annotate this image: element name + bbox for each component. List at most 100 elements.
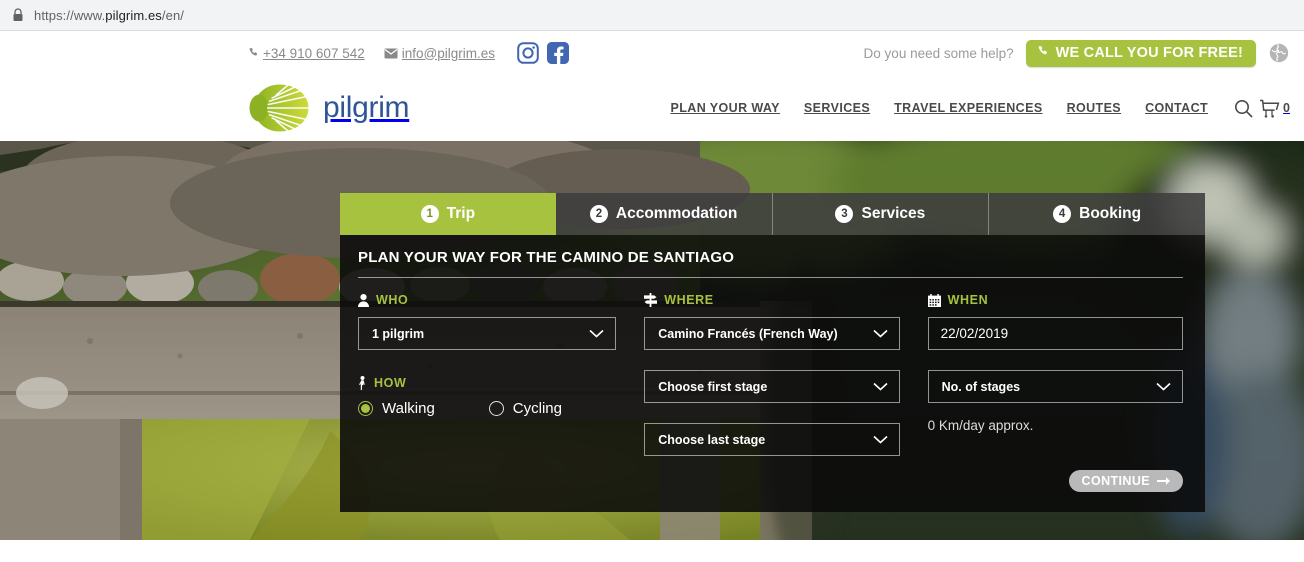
lock-icon: [13, 8, 23, 21]
main-navigation: PLAN YOUR WAY SERVICES TRAVEL EXPERIENCE…: [659, 75, 1290, 141]
tab-trip[interactable]: 1 Trip: [340, 193, 556, 235]
column-who: WHO 1 pilgrim HOW Walking Cycling: [358, 292, 617, 456]
phone-link[interactable]: +34 910 607 542: [248, 46, 365, 61]
when-label-row: WHEN: [927, 292, 1183, 308]
booking-columns: WHO 1 pilgrim HOW Walking Cycling WHERE …: [358, 292, 1183, 456]
tab-number: 1: [420, 205, 439, 223]
page-bottom-strip: [0, 540, 1304, 562]
booking-title: PLAN YOUR WAY FOR THE CAMINO DE SANTIAGO: [358, 249, 1183, 278]
calendar-icon: [927, 293, 941, 307]
cart-icon: [1260, 99, 1280, 118]
when-label: WHEN: [947, 293, 989, 307]
date-input[interactable]: [927, 317, 1183, 350]
how-label-row: HOW: [358, 375, 616, 391]
site-header: pilgrim PLAN YOUR WAY SERVICES TRAVEL EX…: [0, 75, 1304, 141]
facebook-icon[interactable]: [546, 42, 569, 64]
nav-item-services[interactable]: SERVICES: [792, 101, 882, 115]
tab-number: 2: [589, 205, 608, 223]
booking-form: PLAN YOUR WAY FOR THE CAMINO DE SANTIAGO…: [340, 235, 1205, 512]
instagram-icon[interactable]: [517, 42, 539, 64]
we-call-you-label: WE CALL YOU FOR FREE!: [1055, 45, 1243, 61]
tab-label: Services: [861, 205, 926, 222]
km-per-day-note: 0 Km/day approx.: [927, 418, 1034, 433]
arrow-right-icon: [1157, 477, 1170, 485]
person-icon: [358, 293, 369, 307]
how-radio-group: Walking Cycling: [358, 400, 616, 417]
tab-services[interactable]: 3 Services: [772, 193, 990, 235]
booking-widget: 1 Trip 2 Accommodation 3 Services 4 Book…: [340, 193, 1205, 512]
email-address: info@pilgrim.es: [401, 45, 495, 61]
nav-item-plan-your-way[interactable]: PLAN YOUR WAY: [659, 101, 792, 115]
stages-select[interactable]: No. of stages: [927, 370, 1183, 403]
route-value: Camino Francés (French Way): [658, 326, 838, 341]
chevron-down-icon: [1156, 382, 1171, 391]
chevron-down-icon: [589, 329, 604, 338]
help-text: Do you need some help?: [863, 45, 1014, 61]
column-where: WHERE Camino Francés (French Way) Choose…: [644, 292, 900, 456]
column-when: WHEN No. of stages 0 Km/day approx.: [927, 292, 1183, 456]
we-call-you-button[interactable]: WE CALL YOU FOR FREE!: [1025, 39, 1256, 67]
nav-item-contact[interactable]: CONTACT: [1133, 101, 1220, 115]
chevron-down-icon: [873, 329, 888, 338]
continue-button[interactable]: CONTINUE: [1068, 470, 1183, 492]
stages-value: No. of stages: [941, 379, 1021, 394]
url-domain: pilgrim.es: [105, 7, 162, 23]
url-text: https://www.pilgrim.es/en/: [34, 8, 184, 23]
continue-row: CONTINUE: [358, 470, 1183, 492]
email-link[interactable]: info@pilgrim.es: [384, 46, 495, 61]
tab-label: Trip: [446, 205, 476, 222]
tab-booking[interactable]: 4 Booking: [989, 193, 1205, 235]
who-select[interactable]: 1 pilgrim: [358, 317, 617, 350]
nav-item-travel-experiences[interactable]: TRAVEL EXPERIENCES: [882, 101, 1054, 115]
utility-right-group: Do you need some help? WE CALL YOU FOR F…: [864, 31, 1290, 75]
how-label: HOW: [374, 376, 407, 390]
signpost-icon: [644, 293, 658, 307]
utility-bar: +34 910 607 542 info@pilgrim.es Do you n…: [0, 31, 1304, 75]
who-value: 1 pilgrim: [372, 326, 425, 341]
hero-section: 1 Trip 2 Accommodation 3 Services 4 Book…: [0, 141, 1304, 540]
tab-accommodation[interactable]: 2 Accommodation: [555, 193, 773, 235]
tab-label: Accommodation: [615, 205, 738, 222]
browser-address-bar[interactable]: https://www.pilgrim.es/en/: [0, 0, 1304, 31]
radio-cycling[interactable]: Cycling: [488, 400, 562, 417]
url-scheme: https://www.: [34, 7, 106, 23]
envelope-icon: [384, 48, 398, 59]
scallop-shell-icon: [249, 84, 309, 132]
first-stage-value: Choose first stage: [658, 379, 768, 394]
phone-icon: [1037, 45, 1050, 62]
radio-indicator: [358, 401, 373, 416]
globe-icon[interactable]: [1268, 42, 1290, 64]
route-select[interactable]: Camino Francés (French Way): [644, 317, 900, 350]
logo[interactable]: pilgrim: [248, 83, 410, 133]
walker-icon: [359, 376, 365, 390]
radio-cycling-label: Cycling: [512, 400, 562, 417]
booking-tabs: 1 Trip 2 Accommodation 3 Services 4 Book…: [340, 193, 1205, 235]
where-label-row: WHERE: [644, 292, 899, 308]
who-label: WHO: [376, 293, 409, 307]
radio-indicator: [488, 401, 504, 416]
who-label-row: WHO: [358, 292, 616, 308]
where-label: WHERE: [664, 293, 714, 307]
chevron-down-icon: [873, 435, 888, 444]
nav-item-routes[interactable]: ROUTES: [1055, 101, 1134, 115]
utility-contact-group: +34 910 607 542 info@pilgrim.es: [248, 42, 569, 64]
phone-number: +34 910 607 542: [263, 45, 365, 61]
radio-walking-label: Walking: [382, 400, 435, 417]
last-stage-select[interactable]: Choose last stage: [644, 423, 900, 456]
tab-number: 3: [835, 205, 854, 223]
cart-count: 0: [1283, 101, 1290, 115]
chevron-down-icon: [873, 382, 888, 391]
url-path: /en/: [161, 7, 184, 23]
last-stage-value: Choose last stage: [658, 432, 766, 447]
phone-icon: [248, 47, 260, 59]
logo-text: pilgrim: [323, 91, 410, 124]
search-icon[interactable]: [1234, 99, 1253, 118]
tab-number: 4: [1053, 205, 1072, 223]
radio-walking[interactable]: Walking: [358, 400, 435, 417]
continue-label: CONTINUE: [1081, 474, 1150, 488]
social-links: [517, 42, 569, 64]
tab-label: Booking: [1079, 205, 1142, 222]
cart-button[interactable]: 0: [1259, 99, 1290, 118]
first-stage-select[interactable]: Choose first stage: [644, 370, 900, 403]
nav-icon-group: 0: [1234, 99, 1290, 118]
